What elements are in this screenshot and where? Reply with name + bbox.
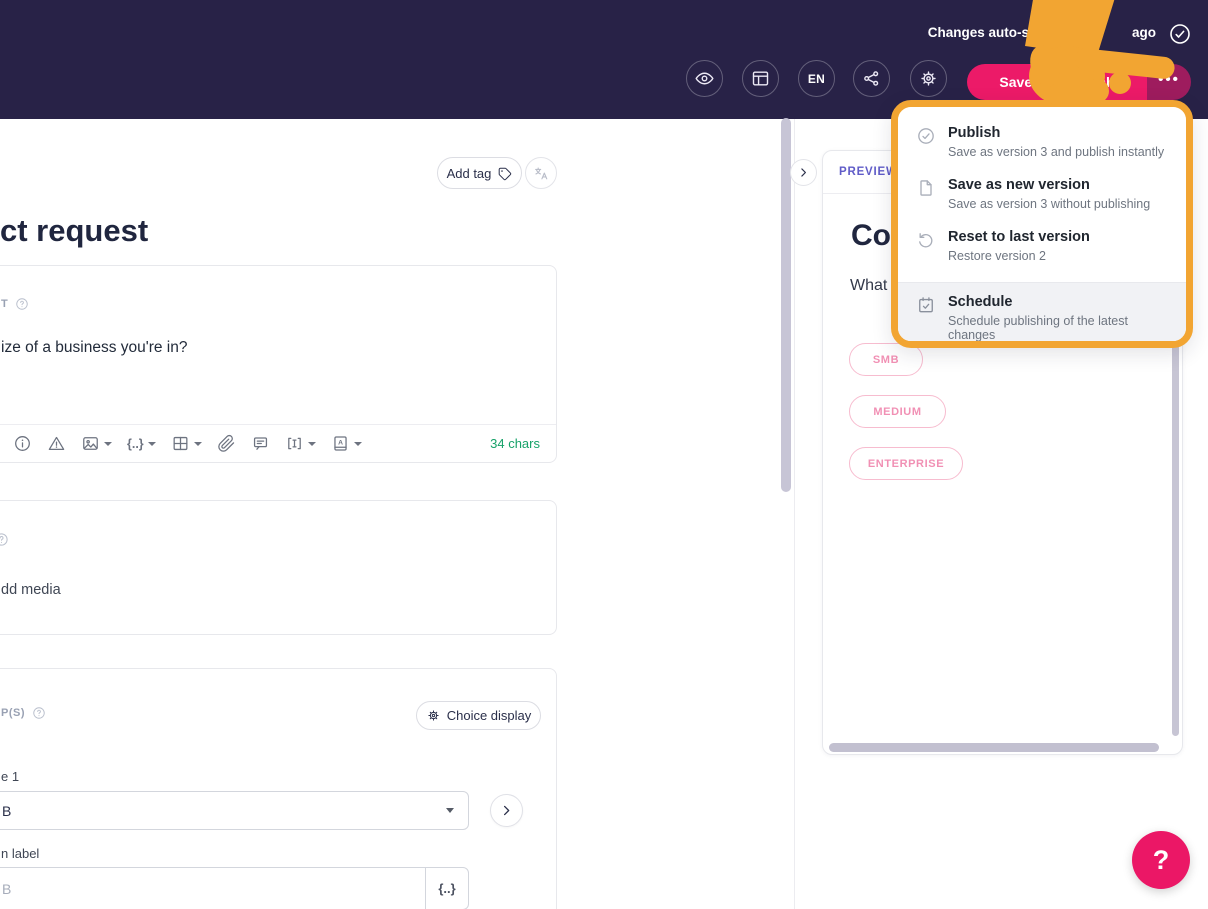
- translate-button[interactable]: [525, 157, 557, 189]
- caret-down-icon: [147, 441, 156, 446]
- choice-display-button[interactable]: Choice display: [416, 701, 541, 730]
- undo-icon: [919, 233, 933, 248]
- menu-item-title: Schedule: [948, 294, 1013, 310]
- preview-eye-button[interactable]: [686, 60, 723, 97]
- insert-variable-button[interactable]: {..}: [425, 868, 468, 909]
- button-label-field: {..}: [0, 867, 469, 909]
- share-button[interactable]: [853, 60, 890, 97]
- next-steps-card: P(S) Choice display e 1 B n label B {..}: [0, 668, 557, 909]
- check-circle-icon: [918, 128, 934, 144]
- add-tag-button[interactable]: Add tag: [437, 157, 522, 189]
- save-and-publish-button[interactable]: Save and publish: [967, 64, 1147, 100]
- insert-image-button[interactable]: [81, 434, 112, 453]
- chevron-right-icon: [801, 168, 806, 177]
- variables-icon: {..}: [127, 436, 144, 451]
- button-label-label: n label: [1, 846, 40, 861]
- caret-down-icon: [353, 441, 362, 446]
- preview-choice-enterprise[interactable]: ENTERPRISE: [849, 447, 963, 480]
- menu-item-subtitle: Schedule publishing of the latest change…: [948, 314, 1128, 341]
- more-options-button[interactable]: •••: [1147, 64, 1191, 100]
- preview-horizontal-scrollbar[interactable]: [829, 743, 1159, 752]
- menu-item-subtitle: Restore version 2: [948, 249, 1046, 263]
- gear-icon: [921, 71, 936, 86]
- info-icon[interactable]: [13, 434, 32, 453]
- menu-item-subtitle: Save as version 3 and publish instantly: [948, 145, 1165, 159]
- pane-divider: [794, 119, 795, 909]
- question-mark-icon: ?: [1152, 844, 1170, 875]
- image-icon: [83, 437, 98, 450]
- collapse-preview-button[interactable]: [790, 159, 817, 186]
- attachment-icon[interactable]: [217, 434, 236, 453]
- chevron-right-icon: [504, 805, 510, 816]
- question-text-label: T: [1, 298, 9, 310]
- char-count: 34 chars: [490, 436, 540, 451]
- language-button[interactable]: EN: [798, 60, 835, 97]
- choice-value-selected: B: [2, 802, 12, 819]
- add-media-label[interactable]: dd media: [1, 582, 61, 598]
- caret-down-icon: [307, 441, 316, 446]
- question-text-card: T ize of a business you're in? {..} A 34…: [0, 265, 557, 463]
- language-label: EN: [807, 71, 826, 86]
- variables-icon: {..}: [438, 881, 456, 896]
- menu-item-title: Publish: [948, 125, 1001, 141]
- add-tag-label: Add tag: [446, 165, 492, 181]
- save-options-menu: Publish Save as version 3 and publish in…: [891, 100, 1193, 348]
- menu-item-publish[interactable]: Publish Save as version 3 and publish in…: [898, 117, 1186, 169]
- help-circle-icon[interactable]: [0, 532, 9, 547]
- autosave-text-suffix: ago: [1131, 25, 1156, 40]
- menu-item-save-new-version[interactable]: Save as new version Save as version 3 wi…: [898, 169, 1186, 221]
- choice-value-select[interactable]: B: [0, 791, 469, 830]
- layout-icon: [752, 71, 769, 86]
- svg-text:A: A: [338, 439, 343, 446]
- next-steps-label: P(S): [1, 707, 25, 719]
- share-icon: [864, 71, 879, 86]
- comment-icon[interactable]: [251, 434, 270, 453]
- ellipsis-icon: •••: [1158, 70, 1180, 88]
- tab-preview[interactable]: PREVIEW: [839, 166, 898, 178]
- tag-icon: [499, 167, 512, 180]
- help-button[interactable]: ?: [1132, 831, 1190, 889]
- menu-item-subtitle: Save as version 3 without publishing: [948, 197, 1151, 211]
- menu-item-title: Reset to last version: [948, 229, 1090, 245]
- choice-number-label: e 1: [1, 769, 20, 784]
- editor-toolbar: {..} A 34 chars: [0, 424, 556, 462]
- menu-item-schedule[interactable]: Schedule Schedule publishing of the late…: [898, 283, 1186, 341]
- caret-down-icon: [446, 808, 454, 813]
- next-step-button[interactable]: [490, 794, 523, 827]
- translate-icon: [534, 166, 547, 179]
- caret-down-icon: [193, 441, 202, 446]
- media-card: dd media: [0, 500, 557, 635]
- autosave-text-prefix: Changes auto-sav: [927, 25, 1044, 40]
- question-text-value[interactable]: ize of a business you're in?: [1, 339, 187, 357]
- dictionary-button[interactable]: A: [331, 434, 362, 453]
- menu-item-reset-last-version[interactable]: Reset to last version Restore version 2: [898, 221, 1186, 273]
- insert-input-field-button[interactable]: [285, 434, 316, 453]
- menu-item-title: Save as new version: [948, 177, 1090, 193]
- calendar-check-icon: [919, 297, 933, 313]
- preview-question-text: What: [850, 277, 888, 294]
- dictionary-icon: A: [334, 436, 347, 451]
- gear-icon: [428, 710, 439, 721]
- table-icon: [173, 436, 188, 451]
- button-label-input[interactable]: [0, 868, 425, 909]
- layout-button[interactable]: [742, 60, 779, 97]
- autosave-check-circle-icon: [1170, 24, 1190, 44]
- choice-display-label: Choice display: [446, 708, 532, 723]
- input-field-icon: [287, 437, 301, 450]
- help-circle-icon[interactable]: [32, 706, 46, 720]
- caret-down-icon: [104, 441, 112, 446]
- insert-variable-button[interactable]: {..}: [127, 437, 156, 451]
- app-window: Changes auto-sav ago EN Save and publish…: [0, 0, 1208, 909]
- autosave-status: Changes auto-sav ago: [928, 25, 1156, 40]
- question-title: ct request: [0, 213, 149, 248]
- warning-icon[interactable]: [47, 434, 66, 453]
- help-circle-icon[interactable]: [15, 297, 29, 311]
- document-icon: [920, 180, 932, 196]
- save-publish-split-button: Save and publish •••: [967, 64, 1191, 100]
- eye-icon: [695, 72, 714, 85]
- insert-table-button[interactable]: [171, 434, 202, 453]
- settings-button[interactable]: [910, 60, 947, 97]
- preview-choice-medium[interactable]: MEDIUM: [849, 395, 946, 428]
